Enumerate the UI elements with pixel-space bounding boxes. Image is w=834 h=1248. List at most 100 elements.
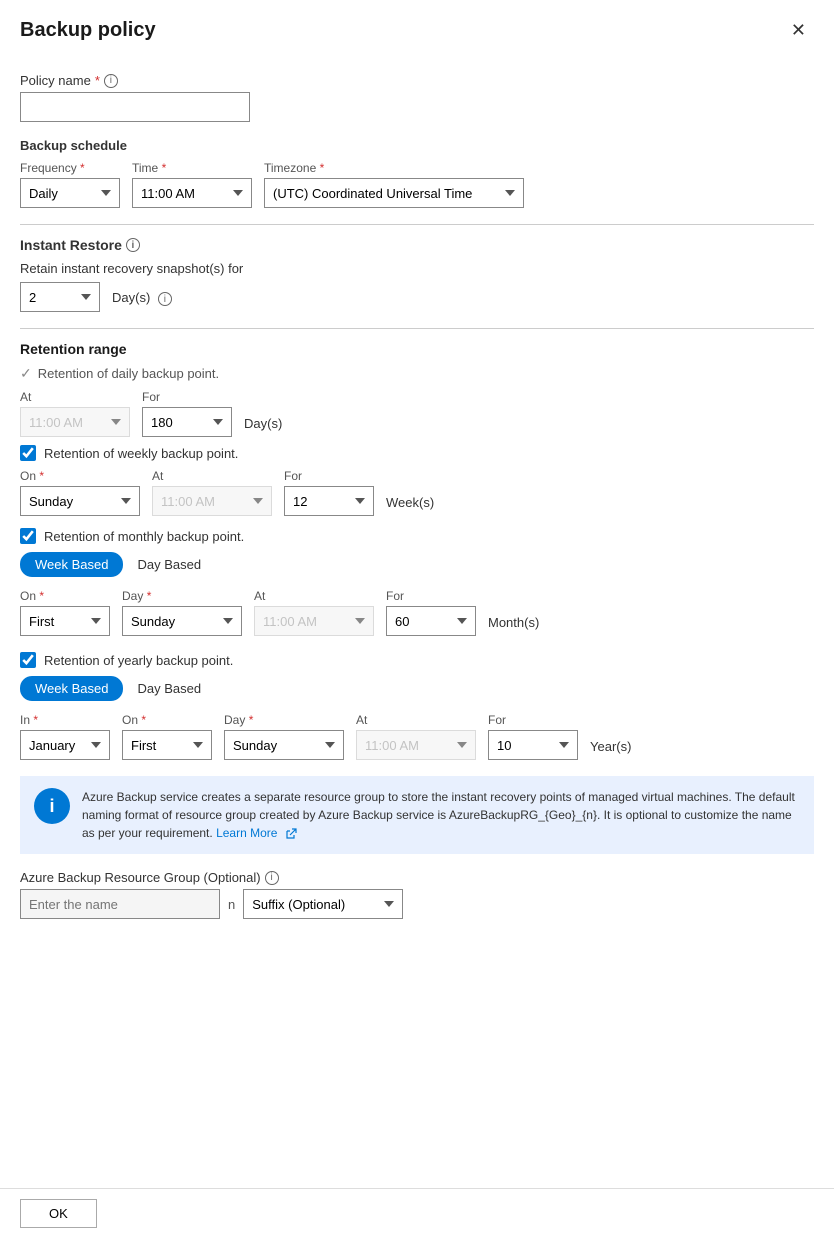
weekly-for-select[interactable]: 1248162452: [284, 486, 374, 516]
resource-group-row: n Suffix (Optional): [20, 889, 814, 919]
panel-header: Backup policy ✕: [0, 0, 834, 57]
n-separator: n: [228, 897, 235, 912]
monthly-tab-group: Week Based Day Based: [20, 552, 814, 577]
suffix-select[interactable]: Suffix (Optional): [243, 889, 403, 919]
yearly-retention-group: Retention of yearly backup point. Week B…: [20, 652, 814, 760]
monthly-day-label: Day *: [122, 589, 242, 603]
yearly-for-col: For 1012345: [488, 713, 578, 760]
weekly-retention-group: Retention of weekly backup point. On * S…: [20, 445, 814, 516]
resource-group-info-icon[interactable]: i: [265, 871, 279, 885]
instant-restore-info-icon[interactable]: i: [126, 238, 140, 252]
monthly-week-based-tab[interactable]: Week Based: [20, 552, 123, 577]
ok-button[interactable]: OK: [20, 1199, 97, 1228]
daily-retention-group: ✓ Retention of daily backup point. At 11…: [20, 365, 814, 437]
yearly-in-label: In *: [20, 713, 110, 727]
yearly-day-select[interactable]: SundayMondayTuesday WednesdayThursdayFri…: [224, 730, 344, 760]
yearly-day-based-tab[interactable]: Day Based: [123, 676, 215, 701]
weekly-retention-label: Retention of weekly backup point.: [44, 446, 238, 461]
yearly-checkbox-row: Retention of yearly backup point.: [20, 652, 814, 668]
resource-name-input[interactable]: [20, 889, 220, 919]
monthly-retention-group: Retention of monthly backup point. Week …: [20, 528, 814, 636]
timezone-select[interactable]: (UTC) Coordinated Universal Time: [264, 178, 524, 208]
weekly-at-select[interactable]: 11:00 AM: [152, 486, 272, 516]
monthly-day-based-tab[interactable]: Day Based: [123, 552, 215, 577]
resource-group-label: Azure Backup Resource Group (Optional) i: [20, 870, 814, 885]
yearly-on-label: On *: [122, 713, 212, 727]
yearly-day-label: Day *: [224, 713, 344, 727]
monthly-checkbox-row: Retention of monthly backup point.: [20, 528, 814, 544]
daily-for-select[interactable]: 180 90 60 30: [142, 407, 232, 437]
weekly-for-col: For 1248162452: [284, 469, 374, 516]
daily-at-col: At 11:00 AM: [20, 390, 130, 437]
time-label: Time *: [132, 161, 252, 175]
time-col: Time * 11:00 AM: [132, 161, 252, 208]
yearly-checkbox[interactable]: [20, 652, 36, 668]
yearly-in-col: In * JanuaryFebruaryMarchApril MayJuneJu…: [20, 713, 110, 760]
yearly-unit-label: Year(s): [590, 739, 631, 754]
daily-retention-row: At 11:00 AM For 180 90 60 30: [20, 390, 814, 437]
frequency-select[interactable]: Daily Weekly: [20, 178, 120, 208]
timezone-label: Timezone *: [264, 161, 524, 175]
yearly-day-col: Day * SundayMondayTuesday WednesdayThurs…: [224, 713, 344, 760]
time-select[interactable]: 11:00 AM: [132, 178, 252, 208]
yearly-retention-label: Retention of yearly backup point.: [44, 653, 233, 668]
yearly-for-label: For: [488, 713, 578, 727]
weekly-unit-label: Week(s): [386, 495, 434, 510]
days-info-icon[interactable]: i: [158, 292, 172, 306]
monthly-at-label: At: [254, 589, 374, 603]
yearly-at-col: At 11:00 AM: [356, 713, 476, 760]
retain-days-select[interactable]: 2 1 3 4 5: [20, 282, 100, 312]
panel-bottom-bar: OK: [0, 1188, 834, 1248]
daily-unit-label: Day(s): [244, 416, 282, 431]
yearly-on-col: On * FirstSecondThirdFourthLast: [122, 713, 212, 760]
weekly-on-col: On * SundayMondayTuesday WednesdayThursd…: [20, 469, 140, 516]
monthly-at-col: At 11:00 AM: [254, 589, 374, 636]
monthly-unit-label: Month(s): [488, 615, 539, 630]
weekly-retention-row: On * SundayMondayTuesday WednesdayThursd…: [20, 469, 814, 516]
info-box-text: Azure Backup service creates a separate …: [82, 788, 800, 842]
retain-row: 2 1 3 4 5 Day(s) i: [20, 282, 814, 312]
weekly-on-label: On *: [20, 469, 140, 483]
instant-restore-section: Instant Restore i Retain instant recover…: [20, 237, 814, 312]
policy-name-info-icon[interactable]: i: [104, 74, 118, 88]
retention-range-section: Retention range ✓ Retention of daily bac…: [20, 341, 814, 760]
weekly-checkbox-row: Retention of weekly backup point.: [20, 445, 814, 461]
monthly-day-select[interactable]: SundayMondayTuesday WednesdayThursdayFri…: [122, 606, 242, 636]
close-button[interactable]: ✕: [783, 16, 814, 45]
weekly-checkbox[interactable]: [20, 445, 36, 461]
yearly-retention-row: In * JanuaryFebruaryMarchApril MayJuneJu…: [20, 713, 814, 760]
yearly-at-select[interactable]: 11:00 AM: [356, 730, 476, 760]
timezone-col: Timezone * (UTC) Coordinated Universal T…: [264, 161, 524, 208]
yearly-in-select[interactable]: JanuaryFebruaryMarchApril MayJuneJulyAug…: [20, 730, 110, 760]
daily-at-select[interactable]: 11:00 AM: [20, 407, 130, 437]
policy-name-input[interactable]: [20, 92, 250, 122]
external-link-icon: [285, 828, 297, 840]
retain-label: Retain instant recovery snapshot(s) for: [20, 261, 814, 276]
weekly-on-select[interactable]: SundayMondayTuesday WednesdayThursdayFri…: [20, 486, 140, 516]
learn-more-link[interactable]: Learn More: [216, 826, 277, 840]
backup-schedule-label: Backup schedule: [20, 138, 814, 153]
divider-2: [20, 328, 814, 329]
panel-body: Policy name * i Backup schedule Frequenc…: [0, 57, 834, 951]
backup-policy-panel: Backup policy ✕ Policy name * i Backup s…: [0, 0, 834, 1248]
monthly-retention-label: Retention of monthly backup point.: [44, 529, 244, 544]
yearly-for-select[interactable]: 1012345: [488, 730, 578, 760]
resource-group-section: Azure Backup Resource Group (Optional) i…: [20, 870, 814, 919]
monthly-for-select[interactable]: 6012243648: [386, 606, 476, 636]
divider-1: [20, 224, 814, 225]
monthly-checkbox[interactable]: [20, 528, 36, 544]
monthly-retention-row: On * FirstSecondThirdFourthLast Day *: [20, 589, 814, 636]
checkmark-icon: ✓: [20, 365, 32, 382]
panel-title: Backup policy: [20, 19, 156, 42]
instant-restore-header: Instant Restore i: [20, 237, 814, 253]
yearly-on-select[interactable]: FirstSecondThirdFourthLast: [122, 730, 212, 760]
daily-for-label: For: [142, 390, 232, 404]
frequency-label: Frequency *: [20, 161, 120, 175]
weekly-at-col: At 11:00 AM: [152, 469, 272, 516]
frequency-col: Frequency * Daily Weekly: [20, 161, 120, 208]
info-box-icon: i: [34, 788, 70, 824]
daily-retention-label: ✓ Retention of daily backup point.: [20, 365, 814, 382]
monthly-at-select[interactable]: 11:00 AM: [254, 606, 374, 636]
monthly-on-select[interactable]: FirstSecondThirdFourthLast: [20, 606, 110, 636]
yearly-week-based-tab[interactable]: Week Based: [20, 676, 123, 701]
